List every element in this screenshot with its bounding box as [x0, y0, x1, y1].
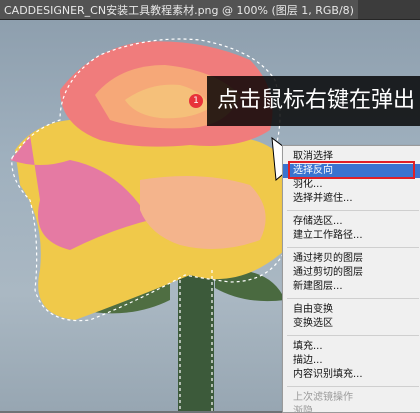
step-badge: 1	[189, 94, 203, 108]
menu-item[interactable]: 自由变换	[283, 303, 420, 317]
annotation-callout: 点击鼠标右键在弹出	[207, 76, 420, 126]
context-menu: 取消选择 选择反向 羽化... 选择并遮住... 存储选区... 建立工作路径... 通过拷…	[282, 145, 420, 413]
menu-separator	[287, 335, 419, 336]
document-tab-bar: CADDESIGNER_CN安装工具教程素材.png @ 100% (图层 1,…	[0, 0, 420, 20]
highlight-box	[288, 161, 415, 179]
menu-item[interactable]: 变换选区	[283, 317, 420, 331]
menu-item[interactable]: 填充...	[283, 340, 420, 354]
menu-separator	[287, 210, 419, 211]
menu-separator	[287, 386, 419, 387]
menu-item[interactable]: 存储选区...	[283, 215, 420, 229]
menu-item[interactable]: 通过剪切的图层	[283, 266, 420, 280]
document-tab[interactable]: CADDESIGNER_CN安装工具教程素材.png @ 100% (图层 1,…	[0, 0, 358, 19]
menu-item: 渐隐...	[293, 406, 323, 413]
menu-item[interactable]: 选择并遮住...	[283, 192, 420, 206]
menu-item[interactable]: 描边...	[283, 354, 420, 368]
menu-separator	[287, 298, 419, 299]
menu-item[interactable]: 羽化...	[283, 178, 420, 192]
menu-item[interactable]: 新建图层...	[283, 280, 420, 294]
menu-item[interactable]: 建立工作路径...	[283, 229, 420, 243]
menu-item[interactable]: 内容识别填充...	[283, 368, 420, 382]
menu-item: 上次滤镜操作	[293, 392, 353, 403]
menu-item[interactable]: 通过拷贝的图层	[283, 252, 420, 266]
menu-separator	[287, 247, 419, 248]
